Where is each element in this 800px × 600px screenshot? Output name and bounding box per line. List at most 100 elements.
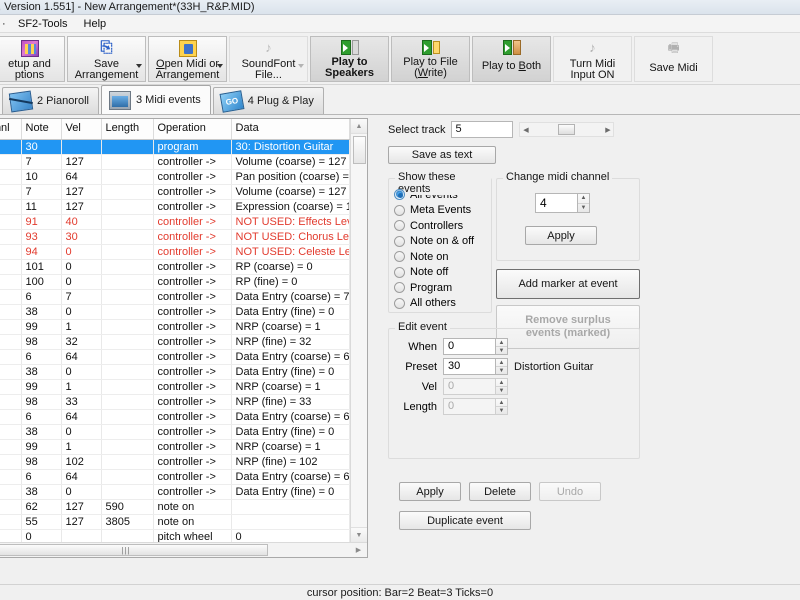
cell-operation[interactable]: controller ->: [153, 349, 232, 365]
edit-undo-button[interactable]: Undo: [539, 482, 601, 501]
cell-operation[interactable]: controller ->: [153, 229, 232, 245]
edit-field-stepper-preset[interactable]: 30 ▲ ▼: [443, 358, 508, 375]
cell-vel[interactable]: 0: [61, 274, 102, 290]
tab-pianoroll[interactable]: 2 Pianoroll: [2, 87, 99, 114]
cell-operation[interactable]: controller ->: [153, 484, 232, 500]
cell-note[interactable]: 38: [21, 364, 62, 380]
cell-data[interactable]: 30: Distortion Guitar: [231, 139, 350, 155]
table-row[interactable]: 99 1 controller -> NRP (coarse) = 1: [0, 319, 350, 335]
cell-chnl[interactable]: [0, 304, 22, 320]
cell-operation[interactable]: controller ->: [153, 439, 232, 455]
cell-chnl[interactable]: [0, 229, 22, 245]
cell-data[interactable]: NRP (fine) = 33: [231, 394, 350, 410]
cell-operation[interactable]: controller ->: [153, 289, 232, 305]
save-as-text-button[interactable]: Save as text: [388, 146, 496, 164]
radio-icon[interactable]: [394, 266, 405, 278]
select-track-input[interactable]: 5: [451, 121, 514, 138]
cell-note[interactable]: 55: [21, 514, 62, 530]
cell-note[interactable]: 6: [21, 409, 62, 425]
chevron-down-icon[interactable]: [217, 64, 223, 68]
cell-note[interactable]: 6: [21, 289, 62, 305]
cell-vel[interactable]: [61, 139, 102, 155]
midi-channel-value[interactable]: 4: [535, 193, 577, 213]
spin-up-icon[interactable]: ▲: [496, 359, 507, 367]
cell-vel[interactable]: 40: [61, 214, 102, 230]
show-events-option-note-off[interactable]: Note off: [394, 265, 491, 281]
cell-operation[interactable]: controller ->: [153, 409, 232, 425]
table-row[interactable]: 38 0 controller -> Data Entry (fine) = 0: [0, 484, 350, 500]
cell-chnl[interactable]: [0, 154, 22, 170]
cell-note[interactable]: 99: [21, 319, 62, 335]
slider-thumb[interactable]: [558, 124, 576, 135]
grid-vertical-scrollbar[interactable]: ▲ ▼: [350, 119, 367, 542]
cell-vel[interactable]: 64: [61, 409, 102, 425]
radio-icon[interactable]: [394, 235, 405, 247]
cell-chnl[interactable]: [0, 484, 22, 500]
cell-data[interactable]: Data Entry (fine) = 0: [231, 304, 350, 320]
cell-length[interactable]: [101, 469, 154, 485]
cell-note[interactable]: 98: [21, 394, 62, 410]
cell-length[interactable]: [101, 529, 154, 542]
cell-vel[interactable]: 64: [61, 469, 102, 485]
table-row[interactable]: 98 33 controller -> NRP (fine) = 33: [0, 394, 350, 410]
cell-vel[interactable]: 127: [61, 514, 102, 530]
toolbar-button-save-midi[interactable]: 🖷 Save Midi: [634, 36, 713, 82]
spin-down-icon[interactable]: ▼: [496, 367, 507, 374]
cell-operation[interactable]: pitch wheel: [153, 529, 232, 542]
cell-data[interactable]: NRP (coarse) = 1: [231, 439, 350, 455]
show-events-option-all-others[interactable]: All others: [394, 296, 491, 312]
cell-note[interactable]: 101: [21, 259, 62, 275]
radio-icon[interactable]: [394, 251, 405, 263]
cell-data[interactable]: 0: [231, 529, 350, 542]
cell-data[interactable]: Expression (coarse) = 127: [231, 199, 350, 215]
cell-chnl[interactable]: [0, 244, 22, 260]
chevron-down-icon[interactable]: [136, 64, 142, 68]
grid-horizontal-scrollbar[interactable]: ||| ▶: [0, 542, 367, 557]
cell-data[interactable]: NRP (coarse) = 1: [231, 319, 350, 335]
tab-midi-events[interactable]: 3 Midi events: [100, 85, 211, 114]
table-row[interactable]: 62 127 590 note on: [0, 499, 350, 515]
cell-chnl[interactable]: [0, 184, 22, 200]
cell-vel[interactable]: 30: [61, 229, 102, 245]
apply-channel-button[interactable]: Apply: [525, 226, 597, 245]
column-header-chnl[interactable]: Chnl: [0, 119, 22, 140]
slider-right-arrow-icon[interactable]: ▶: [602, 126, 613, 134]
cell-vel[interactable]: 33: [61, 394, 102, 410]
table-row[interactable]: 38 0 controller -> Data Entry (fine) = 0: [0, 304, 350, 320]
cell-chnl[interactable]: [0, 514, 22, 530]
toolbar-button-play-to-file-write[interactable]: Play to File (Write): [391, 36, 470, 82]
table-row[interactable]: 6 64 controller -> Data Entry (coarse) = 64: [0, 409, 350, 425]
cell-length[interactable]: [101, 409, 154, 425]
radio-icon[interactable]: [394, 282, 405, 294]
cell-data[interactable]: Volume (coarse) = 127: [231, 154, 350, 170]
cell-vel[interactable]: 127: [61, 184, 102, 200]
cell-operation[interactable]: program: [153, 139, 232, 155]
spin-up-icon[interactable]: ▲: [496, 339, 507, 347]
select-track-slider[interactable]: ◀ ▶: [519, 122, 615, 137]
cell-chnl[interactable]: [0, 349, 22, 365]
cell-data[interactable]: Data Entry (coarse) = 64: [231, 469, 350, 485]
cell-operation[interactable]: controller ->: [153, 259, 232, 275]
show-events-option-meta-events[interactable]: Meta Events: [394, 203, 491, 219]
cell-chnl[interactable]: [0, 274, 22, 290]
tab-plug-and-play[interactable]: GO 4 Plug & Play: [212, 87, 324, 114]
cell-operation[interactable]: controller ->: [153, 379, 232, 395]
cell-length[interactable]: 3805: [101, 514, 154, 530]
cell-length[interactable]: [101, 364, 154, 380]
cell-vel[interactable]: 0: [61, 304, 102, 320]
column-header-data[interactable]: Data: [231, 119, 350, 140]
cell-data[interactable]: NOT USED: Effects Level = 40: [231, 214, 350, 230]
cell-data[interactable]: Volume (coarse) = 127: [231, 184, 350, 200]
show-events-option-note-on[interactable]: Note on: [394, 249, 491, 265]
table-row[interactable]: 6 64 controller -> Data Entry (coarse) = 64: [0, 469, 350, 485]
table-row[interactable]: 6 64 controller -> Data Entry (coarse) = 64: [0, 349, 350, 365]
cell-note[interactable]: 62: [21, 499, 62, 515]
scroll-up-icon[interactable]: ▲: [351, 119, 367, 134]
cell-vel[interactable]: 7: [61, 289, 102, 305]
cell-operation[interactable]: controller ->: [153, 274, 232, 290]
table-row[interactable]: 98 102 controller -> NRP (fine) = 102: [0, 454, 350, 470]
radio-icon[interactable]: [394, 220, 405, 232]
column-header-vel[interactable]: Vel: [61, 119, 102, 140]
cell-operation[interactable]: note on: [153, 499, 232, 515]
edit-field-spin-buttons-when[interactable]: ▲ ▼: [495, 338, 508, 355]
